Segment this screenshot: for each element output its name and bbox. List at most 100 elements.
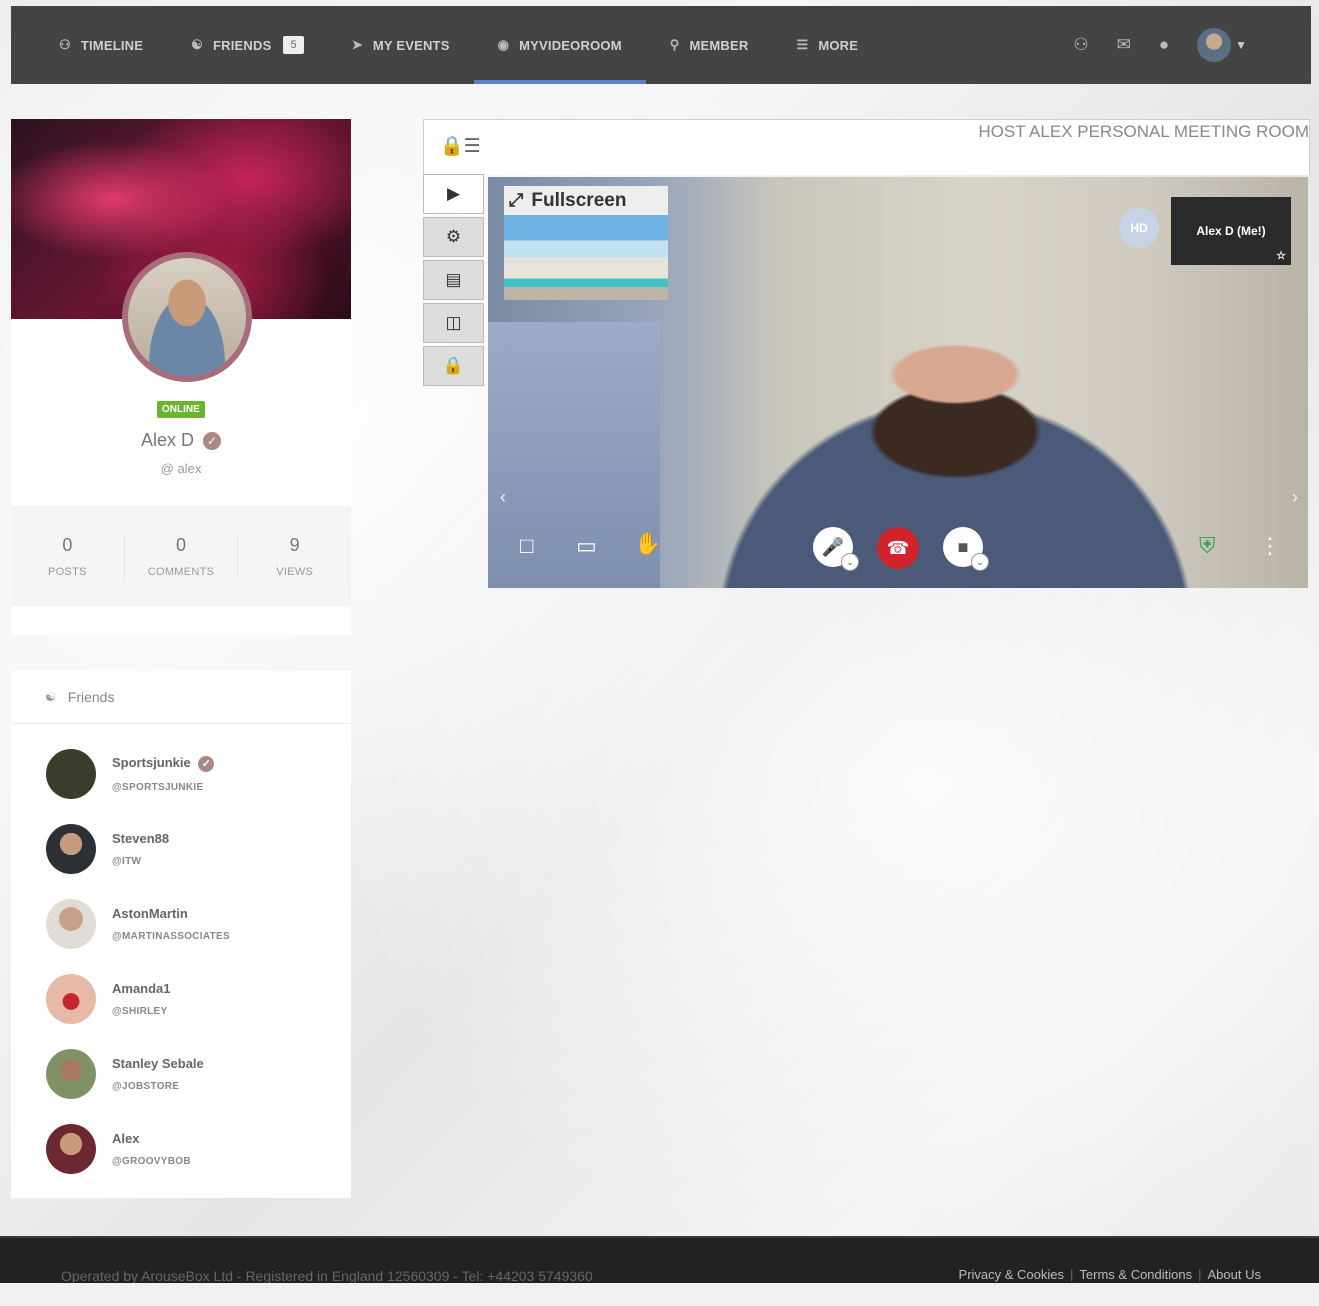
- chevron-down-icon[interactable]: ▼: [1235, 38, 1247, 52]
- friend-avatar[interactable]: [46, 749, 96, 799]
- friend-name[interactable]: Amanda1: [112, 981, 171, 996]
- chevron-down-icon[interactable]: ⌄: [971, 553, 989, 571]
- friends-header: ☯ Friends: [11, 671, 351, 724]
- chat-icon[interactable]: □: [520, 533, 533, 559]
- next-arrow-icon[interactable]: ›: [1292, 487, 1298, 508]
- friend-avatar[interactable]: [46, 1049, 96, 1099]
- tab-settings[interactable]: ⚙: [423, 217, 484, 257]
- friend-name[interactable]: AstonMartin: [112, 906, 230, 921]
- microphone-icon: 🎤: [821, 536, 845, 557]
- friend-handle: @GROOVYBOB: [112, 1156, 191, 1167]
- camera-button[interactable]: ■ ⌄: [943, 527, 989, 571]
- search-icon: ⚲: [669, 37, 680, 52]
- stat-views[interactable]: 9 VIEWS: [238, 535, 351, 578]
- hd-badge[interactable]: HD: [1119, 208, 1159, 248]
- globe-icon[interactable]: ●: [1159, 35, 1169, 55]
- handshake-icon: ☯: [45, 690, 56, 704]
- stat-posts-value: 0: [62, 534, 73, 555]
- bottom-strip: [0, 1283, 1319, 1306]
- verified-icon: ✓: [203, 432, 222, 451]
- video-conference[interactable]: ⤢ Fullscreen HD Alex D (Me!) ☆ ‹ › □ ▭ ✋…: [488, 177, 1308, 588]
- friend-avatar[interactable]: [46, 824, 96, 874]
- friend-handle: @ITW: [112, 856, 142, 867]
- nav-myvideoroom-label: MYVIDEOROOM: [519, 37, 622, 53]
- gear-icon: ⚙: [445, 227, 462, 246]
- friend-name[interactable]: Stanley Sebale: [112, 1056, 204, 1071]
- stat-views-label: VIEWS: [276, 565, 314, 578]
- nav-my-events-label: MY EVENTS: [372, 37, 450, 53]
- users-icon: ⚇: [59, 37, 71, 52]
- fullscreen-button[interactable]: ⤢ Fullscreen: [504, 186, 668, 215]
- stat-posts-label: POSTS: [47, 565, 87, 578]
- lock-icon: 🔒: [442, 356, 465, 375]
- profile-handle: @ alex: [160, 461, 202, 476]
- profile-name: Alex D ✓: [11, 430, 351, 451]
- friend-item[interactable]: Amanda1 @SHIRLEY: [46, 974, 171, 1024]
- nav-timeline-label: TIMELINE: [80, 37, 144, 53]
- fullscreen-widget[interactable]: ⤢ Fullscreen: [504, 186, 668, 300]
- tab-reception[interactable]: ▤: [423, 260, 484, 300]
- menu-icon: ☰: [796, 37, 809, 52]
- friend-item[interactable]: Sportsjunkie ✓ @SPORTSJUNKIE: [46, 749, 215, 799]
- friend-name[interactable]: Steven88: [112, 831, 169, 846]
- profile-stats: 0 POSTS 0 COMMENTS 9 VIEWS: [11, 506, 351, 606]
- friend-avatar[interactable]: [46, 1124, 96, 1174]
- tab-video[interactable]: ▶: [423, 174, 484, 214]
- nav-more[interactable]: ☰ MORE: [772, 6, 882, 84]
- room-header: 🔒☰ HOST ALEX PERSONAL MEETING ROOM: [423, 119, 1310, 175]
- tab-security[interactable]: 🔒: [423, 346, 484, 386]
- screen-share-icon[interactable]: ▭: [576, 533, 597, 559]
- more-vertical-icon[interactable]: ⋮: [1259, 533, 1281, 559]
- raise-hand-icon[interactable]: ✋: [634, 531, 661, 557]
- tab-tickets[interactable]: ◫: [423, 303, 484, 343]
- avatar[interactable]: [1197, 28, 1232, 62]
- friend-item[interactable]: Alex @GROOVYBOB: [46, 1124, 191, 1174]
- footer-link-about[interactable]: About Us: [1208, 1267, 1261, 1282]
- play-icon: ▶: [446, 184, 461, 203]
- friend-name[interactable]: Alex: [112, 1131, 191, 1146]
- ticket-icon: ◫: [445, 313, 462, 332]
- nav-my-events[interactable]: ➤ MY EVENTS: [328, 6, 474, 84]
- friend-avatar[interactable]: [46, 899, 96, 949]
- friend-avatar[interactable]: [46, 974, 96, 1024]
- footer-link-terms[interactable]: Terms & Conditions: [1079, 1267, 1192, 1282]
- chevron-down-icon[interactable]: ⌄: [841, 553, 859, 571]
- nav-member[interactable]: ⚲ MEMBER: [646, 6, 773, 84]
- friend-item[interactable]: Stanley Sebale @JOBSTORE: [46, 1049, 204, 1099]
- prev-arrow-icon[interactable]: ‹: [500, 487, 506, 508]
- friend-handle: @MARTINASSOCIATES: [112, 931, 231, 942]
- stat-comments[interactable]: 0 COMMENTS: [125, 534, 239, 578]
- friends-title: Friends: [67, 689, 115, 705]
- friend-name[interactable]: Sportsjunkie ✓: [112, 755, 215, 772]
- footer-link-privacy[interactable]: Privacy & Cookies: [959, 1267, 1064, 1282]
- hangup-button[interactable]: ☎: [877, 527, 919, 569]
- nav-right-icons: ⚇ ✉ ● ▼: [1073, 6, 1247, 84]
- phone-hangup-icon: ☎: [886, 537, 910, 558]
- self-view-tile[interactable]: Alex D (Me!) ☆: [1171, 197, 1291, 265]
- lock-list-icon[interactable]: 🔒☰: [440, 134, 481, 158]
- friends-card: ☯ Friends Sportsjunkie ✓ @SPORTSJUNKIE S…: [11, 671, 351, 1198]
- nav-timeline[interactable]: ⚇ TIMELINE: [11, 6, 167, 84]
- verified-icon: ✓: [198, 755, 215, 772]
- room-side-tabs: ▶ ⚙ ▤ ◫ 🔒: [423, 174, 484, 389]
- nav-friends[interactable]: ☯ FRIENDS 5: [167, 6, 328, 84]
- nav-myvideoroom[interactable]: ◉ MYVIDEOROOM: [473, 6, 646, 84]
- friend-item[interactable]: AstonMartin @MARTINASSOCIATES: [46, 899, 230, 949]
- shield-icon[interactable]: ⛨: [1199, 533, 1216, 559]
- video-camera-icon: ■: [957, 536, 969, 557]
- friend-handle: @SHIRLEY: [112, 1006, 168, 1017]
- stat-posts[interactable]: 0 POSTS: [11, 534, 125, 578]
- star-icon[interactable]: ☆: [1276, 249, 1286, 262]
- globe-icon: ◉: [497, 37, 510, 52]
- friend-handle: @JOBSTORE: [112, 1081, 180, 1092]
- group-icon[interactable]: ⚇: [1073, 35, 1088, 55]
- friend-item[interactable]: Steven88 @ITW: [46, 824, 169, 874]
- user-menu[interactable]: ▼: [1197, 28, 1247, 62]
- mail-icon[interactable]: ✉: [1117, 35, 1131, 55]
- profile-avatar[interactable]: [122, 252, 252, 382]
- footer-separator: |: [1198, 1267, 1202, 1282]
- room-thumbnail: [504, 215, 668, 300]
- nav-more-label: MORE: [818, 37, 859, 53]
- microphone-button[interactable]: 🎤 ⌄: [813, 527, 859, 571]
- profile-name-text: Alex D: [140, 430, 194, 450]
